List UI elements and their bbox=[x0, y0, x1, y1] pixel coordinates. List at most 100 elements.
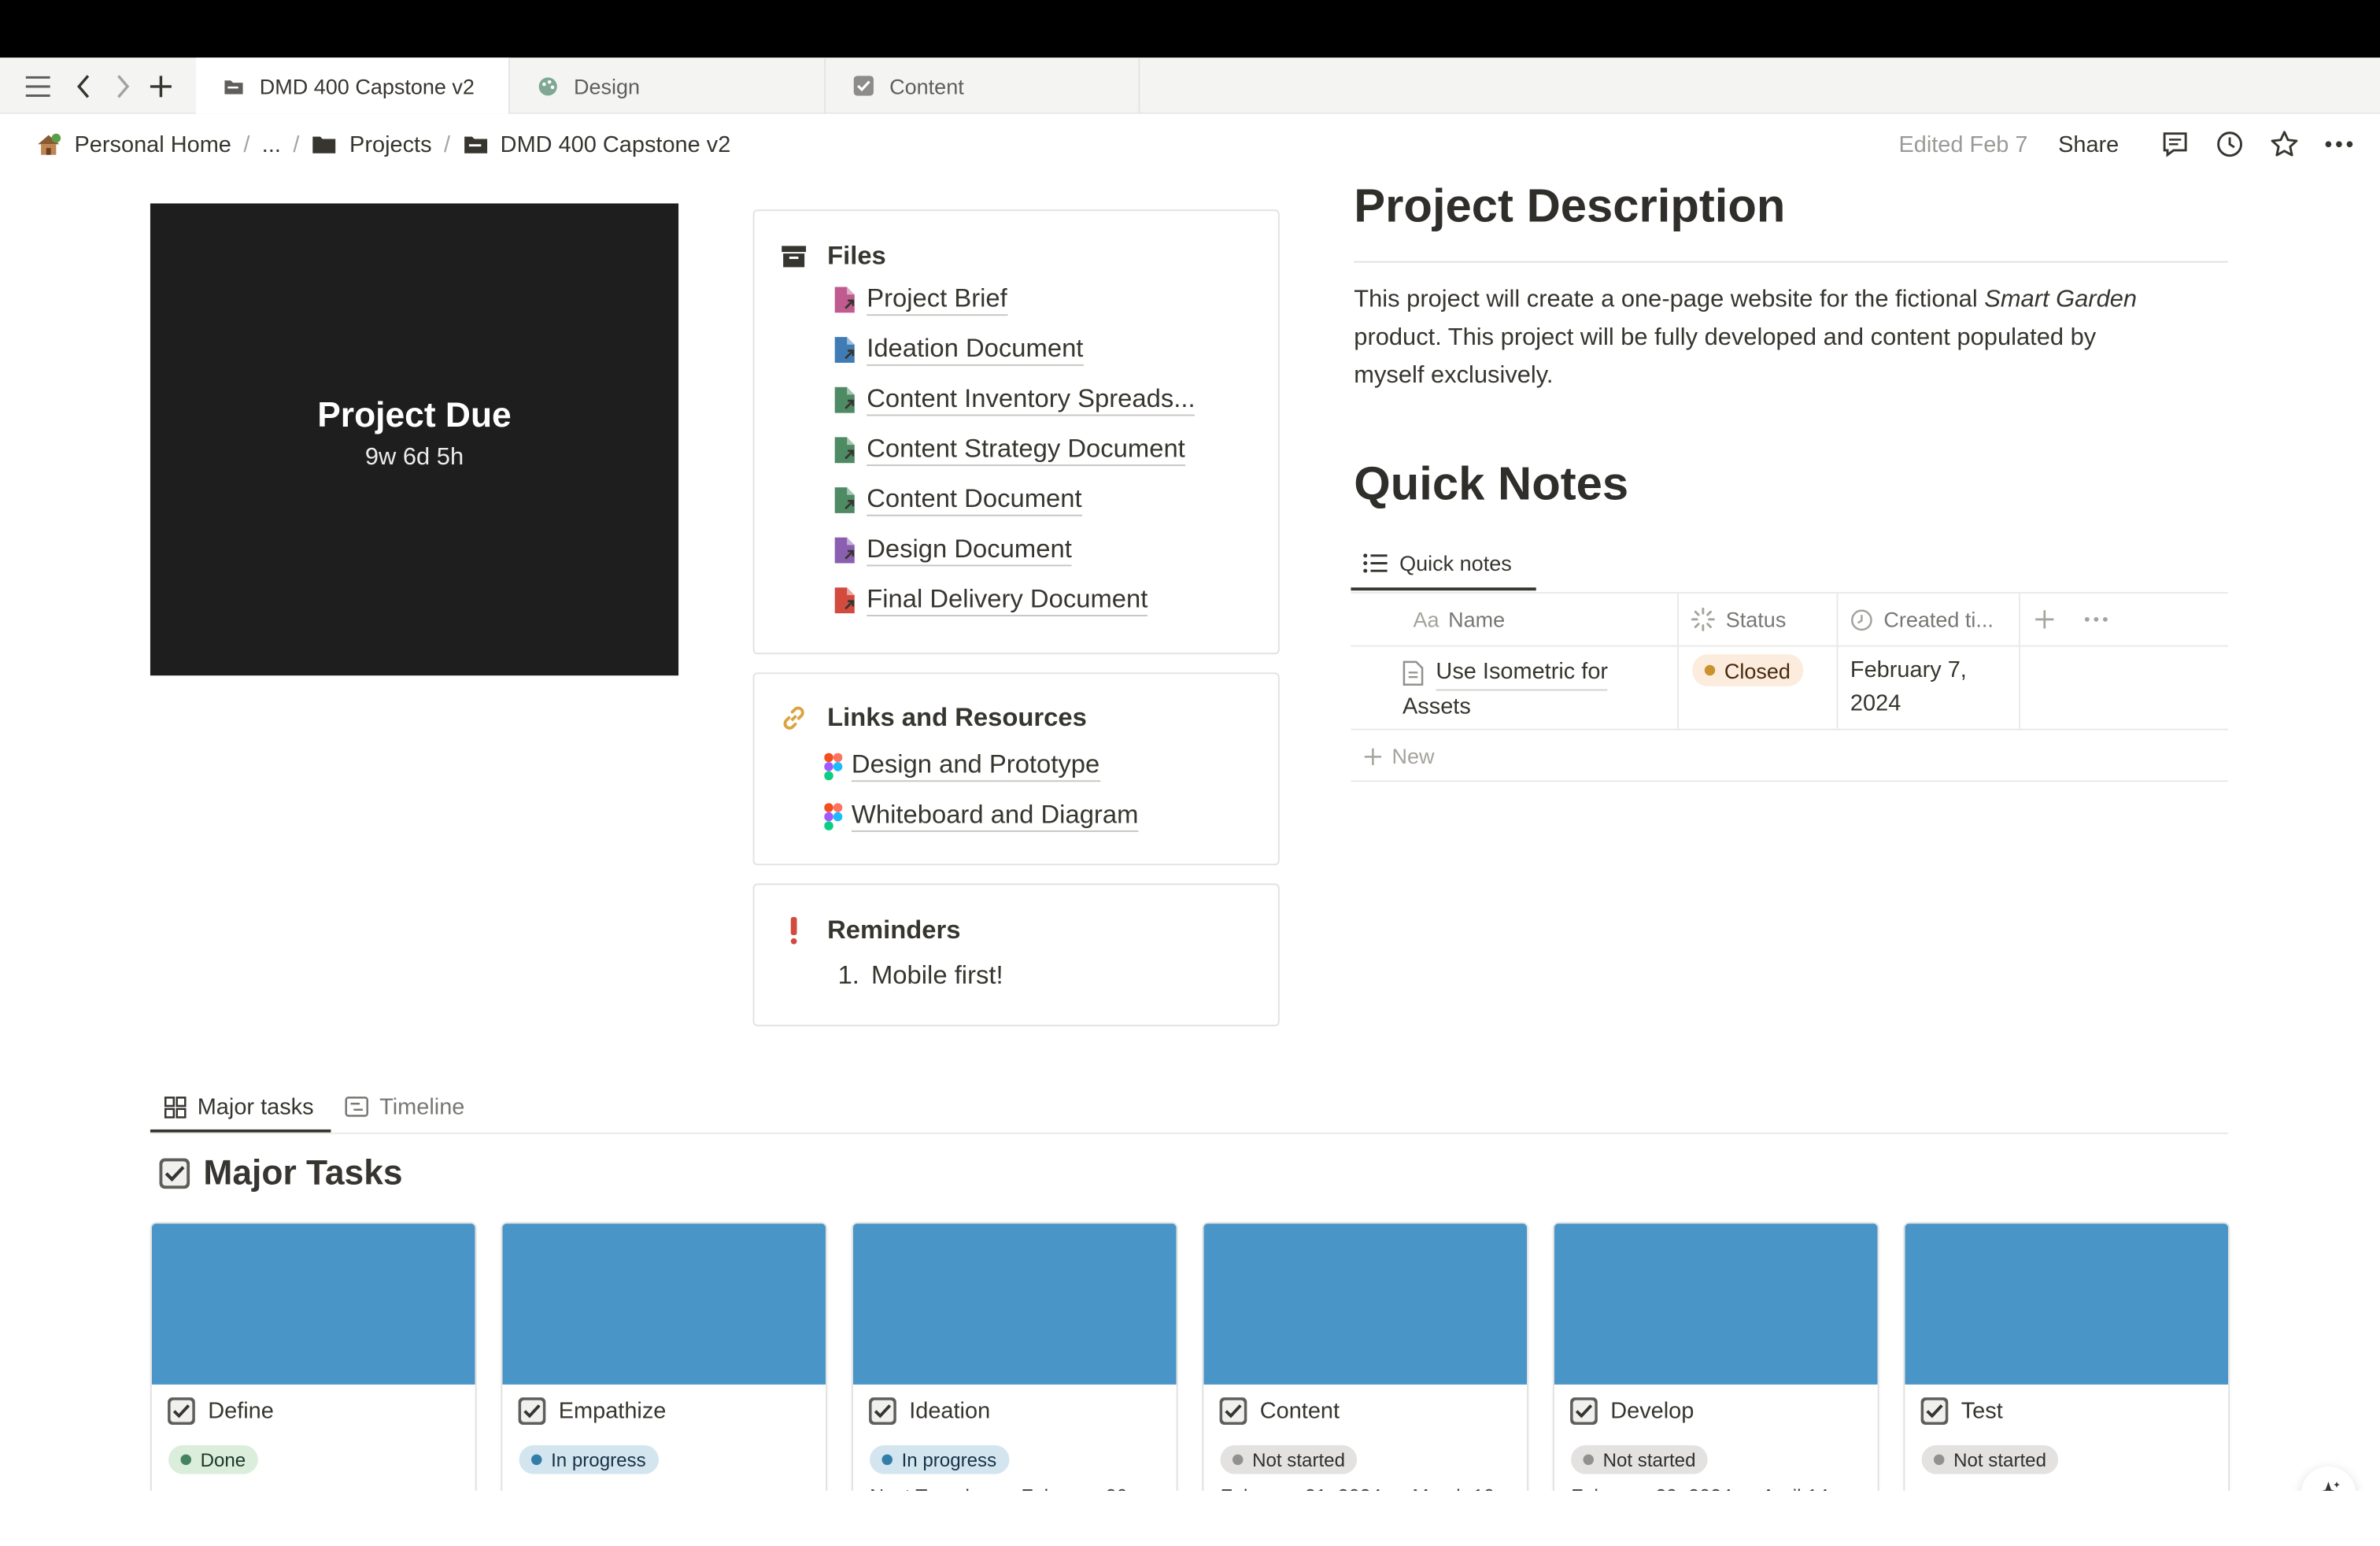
breadcrumb-current-page[interactable]: DMD 400 Capstone v2 bbox=[455, 131, 738, 157]
checkbox-icon bbox=[1920, 1396, 1949, 1426]
table-row-name[interactable]: Use Isometric for Assets bbox=[1402, 656, 1609, 724]
tab-content[interactable]: Content bbox=[826, 57, 1140, 114]
history-clock-icon[interactable] bbox=[2210, 124, 2249, 164]
house-plant-icon bbox=[35, 131, 62, 158]
checkbox-icon bbox=[853, 75, 874, 96]
new-row-button[interactable]: New bbox=[1363, 741, 1435, 771]
status-label: Not started bbox=[1252, 1448, 1345, 1470]
reminder-text[interactable]: Mobile first! bbox=[871, 961, 1003, 992]
status-badge: In progress bbox=[519, 1444, 659, 1474]
status-dot bbox=[1232, 1454, 1244, 1466]
board-tabs-border bbox=[150, 1132, 2229, 1134]
new-tab-icon[interactable] bbox=[142, 68, 179, 105]
breadcrumb-ellipsis[interactable]: ... bbox=[254, 131, 288, 157]
star-icon[interactable] bbox=[2264, 124, 2304, 164]
file-link-label: Content Inventory Spreads... bbox=[867, 384, 1196, 416]
task-card[interactable]: Content Not started February 21, 2024 → Ma… bbox=[1202, 1222, 1529, 1491]
task-card[interactable]: EmpathizeIn progressThursday → TomorrowO… bbox=[501, 1222, 828, 1491]
task-card[interactable]: Ideation In progress Next Tuesday → Februa… bbox=[851, 1222, 1178, 1491]
status-label: In progress bbox=[901, 1448, 997, 1470]
clock-icon bbox=[1850, 608, 1873, 631]
column-header-name[interactable]: Aa Name bbox=[1413, 594, 1505, 645]
add-property-icon[interactable] bbox=[2034, 594, 2055, 645]
card-title: Define bbox=[167, 1396, 274, 1426]
file-link[interactable]: Content Document bbox=[833, 484, 1082, 516]
countdown-title: Project Due bbox=[317, 394, 512, 435]
comment-icon[interactable] bbox=[2156, 124, 2195, 164]
file-link-label: Content Strategy Document bbox=[867, 435, 1185, 467]
task-card[interactable]: Test Not started April 15, 2024 → April 21… bbox=[1903, 1222, 2230, 1491]
document-link-icon bbox=[833, 486, 858, 515]
breadcrumb-separator: / bbox=[293, 131, 300, 157]
checkbox-icon bbox=[1219, 1396, 1248, 1426]
column-label: Status bbox=[1725, 607, 1787, 632]
checkbox-icon bbox=[868, 1396, 897, 1426]
countdown-widget: Project Due 9w 6d 5h bbox=[150, 203, 679, 676]
date-line1: February 21, 2024 → March 10, bbox=[1221, 1481, 1517, 1491]
list-icon bbox=[1363, 553, 1388, 574]
major-tasks-title: Major Tasks bbox=[203, 1152, 403, 1192]
sidebar-menu-icon[interactable] bbox=[20, 68, 56, 105]
row-status[interactable]: Closed bbox=[1692, 654, 1803, 686]
file-link[interactable]: Project Brief bbox=[833, 284, 1007, 316]
reminders-callout: Reminders 1. Mobile first! bbox=[752, 883, 1280, 1026]
share-button[interactable]: Share bbox=[2058, 131, 2119, 157]
edited-timestamp: Edited Feb 7 bbox=[1898, 131, 2028, 157]
project-description-text[interactable]: This project will create a one-page webs… bbox=[1354, 281, 2234, 395]
tab-dmd-400-capstone[interactable]: DMD 400 Capstone v2 bbox=[195, 57, 510, 114]
folder-page-icon bbox=[223, 75, 244, 96]
link-design-prototype[interactable]: Design and Prototype bbox=[824, 750, 1100, 782]
timeline-icon bbox=[345, 1096, 369, 1117]
task-card[interactable]: DefineDoneFebruary 3, 2024 → WednesdayON… bbox=[150, 1222, 477, 1491]
status-dot bbox=[881, 1454, 893, 1466]
card-date-range: February 21, 2024 → March 10,2024 bbox=[1221, 1481, 1517, 1491]
column-divider bbox=[1836, 594, 1839, 729]
tab-label: DMD 400 Capstone v2 bbox=[259, 73, 475, 98]
card-title: Test bbox=[1920, 1396, 2003, 1426]
links-callout: Links and Resources Design and Prototype… bbox=[752, 672, 1280, 866]
file-link[interactable]: Ideation Document bbox=[833, 334, 1084, 366]
link-whiteboard-diagram[interactable]: Whiteboard and Diagram bbox=[824, 800, 1139, 832]
column-header-status[interactable]: Status bbox=[1691, 594, 1786, 645]
breadcrumb-personal-home[interactable]: Personal Home bbox=[28, 131, 239, 158]
status-label: Not started bbox=[1953, 1448, 2046, 1470]
status-badge: Done bbox=[168, 1444, 258, 1474]
ai-assistant-button[interactable] bbox=[2301, 1466, 2356, 1491]
card-cover bbox=[1905, 1223, 2229, 1385]
countdown-time: 9w 6d 5h bbox=[364, 445, 464, 471]
view-tab-timeline[interactable]: Timeline bbox=[345, 1082, 464, 1131]
card-status: Not started bbox=[1220, 1444, 1358, 1474]
file-link[interactable]: Design Document bbox=[833, 534, 1072, 567]
table-more-icon[interactable] bbox=[2084, 594, 2108, 645]
status-label: Done bbox=[200, 1448, 246, 1470]
tab-label: Design bbox=[573, 73, 641, 98]
figma-icon bbox=[824, 802, 843, 830]
status-dot bbox=[1933, 1454, 1945, 1466]
file-link[interactable]: Final Delivery Document bbox=[833, 584, 1148, 616]
task-card[interactable]: Develop Not started February 29, 2024 → Ap… bbox=[1552, 1222, 1879, 1491]
breadcrumb: Personal Home / ... / Projects / DMD 400… bbox=[28, 124, 738, 164]
column-header-created[interactable]: Created ti... bbox=[1850, 594, 1994, 645]
view-tab-quick-notes[interactable]: Quick notes bbox=[1363, 546, 1512, 579]
breadcrumb-projects[interactable]: Projects bbox=[304, 131, 439, 157]
breadcrumb-label: ... bbox=[261, 131, 281, 157]
back-icon[interactable] bbox=[65, 68, 102, 105]
card-title: Ideation bbox=[868, 1396, 990, 1426]
plus-icon bbox=[1363, 746, 1383, 766]
row-created-time: February 7, 2024 bbox=[1850, 654, 1967, 721]
status-badge: In progress bbox=[870, 1444, 1009, 1474]
card-cover bbox=[502, 1223, 826, 1385]
view-tab-major-tasks[interactable]: Major tasks bbox=[164, 1082, 314, 1131]
status-dot bbox=[530, 1454, 542, 1466]
card-cover bbox=[151, 1223, 475, 1385]
forward-icon[interactable] bbox=[105, 68, 141, 105]
status-badge: Not started bbox=[1571, 1444, 1708, 1474]
folder-icon bbox=[312, 134, 338, 155]
tab-design[interactable]: Design bbox=[510, 57, 826, 114]
file-link-label: Design Document bbox=[867, 534, 1072, 567]
status-spinner-icon bbox=[1691, 607, 1715, 631]
file-link[interactable]: Content Strategy Document bbox=[833, 435, 1185, 467]
heading-divider bbox=[1354, 261, 2229, 263]
more-options-icon[interactable] bbox=[2319, 124, 2359, 164]
file-link[interactable]: Content Inventory Spreads... bbox=[833, 384, 1196, 416]
